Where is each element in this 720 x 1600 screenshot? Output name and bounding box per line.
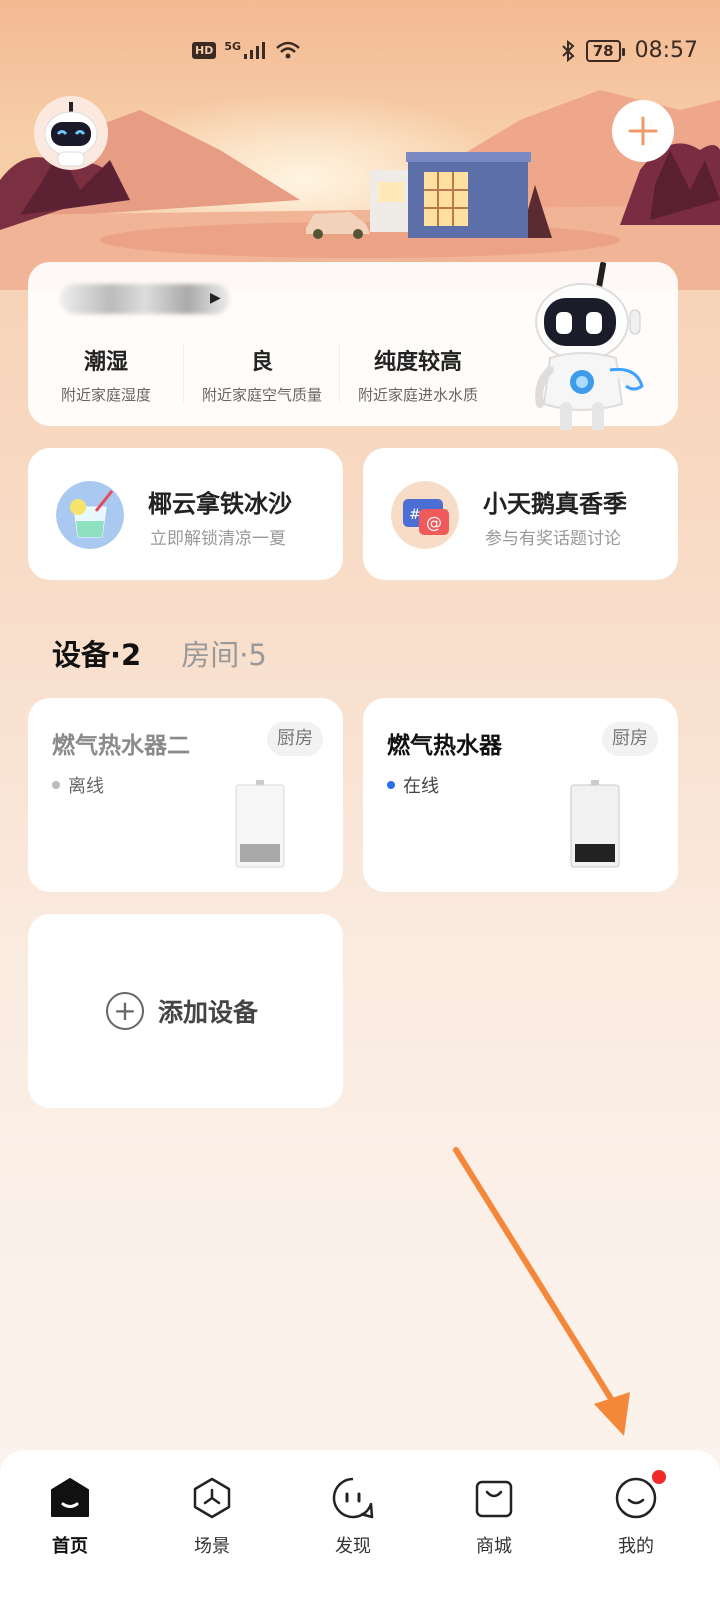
shop-icon <box>475 1480 513 1518</box>
add-button[interactable] <box>612 100 674 162</box>
tab-devices[interactable]: 设备·2 <box>52 632 141 674</box>
topic-icon: # @ <box>391 481 459 549</box>
plus-icon <box>628 116 658 146</box>
nav-label: 商城 <box>476 1536 512 1557</box>
device-status: 在线 <box>387 772 439 798</box>
env-air-quality: 良 附近家庭空气质量 <box>194 344 330 405</box>
scene-icon <box>193 1477 231 1519</box>
status-dot <box>52 781 60 789</box>
add-device-label: 添加设备 <box>158 998 259 1027</box>
robot-mascot <box>535 262 644 430</box>
device-card-heater[interactable]: 燃气热水器 厨房 在线 <box>363 698 678 892</box>
promo-card-swan[interactable]: # @ 小天鹅真香季 参与有奖话题讨论 <box>363 448 678 580</box>
device-card-heater-2[interactable]: 燃气热水器二 厨房 离线 <box>28 698 343 892</box>
home-switch-arrow-icon[interactable]: ▶ <box>210 290 221 306</box>
nav-label: 场景 <box>194 1536 230 1557</box>
device-name: 燃气热水器 <box>387 733 502 759</box>
device-room-badge: 厨房 <box>602 722 658 756</box>
profile-icon <box>615 1477 657 1519</box>
env-desc: 附近家庭进水水质 <box>357 386 478 404</box>
env-value: 纯度较高 <box>373 350 462 375</box>
env-value: 良 <box>250 350 273 375</box>
svg-text:#: # <box>409 507 421 523</box>
water-heater-icon <box>570 780 620 868</box>
drink-icon <box>56 481 124 549</box>
divider <box>339 344 340 402</box>
promo-subtitle: 参与有奖话题讨论 <box>485 529 621 549</box>
promo-title: 小天鹅真香季 <box>483 490 627 518</box>
notification-dot <box>652 1470 666 1484</box>
nav-scene[interactable]: 场景 <box>172 1476 252 1558</box>
nav-home[interactable]: 首页 <box>30 1476 110 1558</box>
signal-icon <box>244 42 266 59</box>
home-icon <box>51 1478 89 1517</box>
nav-profile[interactable]: 我的 <box>596 1476 676 1558</box>
wifi-icon <box>276 41 300 59</box>
status-dot <box>387 781 395 789</box>
bottom-nav: 首页 场景 发现 商城 我的 <box>0 1450 720 1600</box>
add-device-card[interactable]: + 添加设备 <box>28 914 343 1108</box>
env-value: 潮湿 <box>83 350 128 375</box>
promo-card-latte[interactable]: 椰云拿铁冰沙 立即解锁清凉一夏 <box>28 448 343 580</box>
promo-subtitle: 立即解锁清凉一夏 <box>150 529 286 549</box>
env-desc: 附近家庭空气质量 <box>201 386 322 404</box>
home-name-blurred[interactable] <box>60 284 230 314</box>
divider <box>183 344 184 402</box>
env-humidity: 潮湿 附近家庭湿度 <box>56 344 156 405</box>
device-room-tabs: 设备·2 房间·5 <box>52 632 267 672</box>
env-water-quality: 纯度较高 附近家庭进水水质 <box>350 344 486 405</box>
battery-indicator: 78 <box>585 39 625 62</box>
env-desc: 附近家庭湿度 <box>60 386 151 404</box>
status-bar: HD 5G 78 08:57 <box>0 30 720 76</box>
nav-label: 首页 <box>52 1536 88 1557</box>
status-text: 离线 <box>68 776 104 797</box>
bluetooth-icon <box>562 39 575 62</box>
plus-circle-icon: + <box>106 992 144 1030</box>
device-room-badge: 厨房 <box>267 722 323 756</box>
device-name: 燃气热水器二 <box>52 733 190 759</box>
network-label: 5G <box>224 40 242 53</box>
clock: 08:57 <box>634 38 698 63</box>
svg-text:@: @ <box>426 513 442 532</box>
status-right: 78 08:57 <box>560 38 698 63</box>
add-device-content[interactable]: + 添加设备 <box>106 992 258 1030</box>
user-avatar[interactable] <box>34 96 108 170</box>
status-text: 在线 <box>403 776 439 797</box>
nav-discover[interactable]: 发现 <box>313 1476 393 1558</box>
device-status: 离线 <box>52 772 104 798</box>
nav-label: 我的 <box>618 1536 654 1557</box>
hd-badge: HD <box>192 41 217 59</box>
discover-icon <box>332 1477 374 1519</box>
annotation-arrow <box>453 1147 630 1436</box>
robot-avatar-icon <box>44 102 98 167</box>
status-left: HD 5G <box>192 40 301 60</box>
water-heater-icon <box>235 780 285 868</box>
nav-label: 发现 <box>335 1536 371 1557</box>
promo-title: 椰云拿铁冰沙 <box>148 490 292 518</box>
nav-shop[interactable]: 商城 <box>454 1476 534 1558</box>
tab-rooms[interactable]: 房间·5 <box>181 632 267 674</box>
